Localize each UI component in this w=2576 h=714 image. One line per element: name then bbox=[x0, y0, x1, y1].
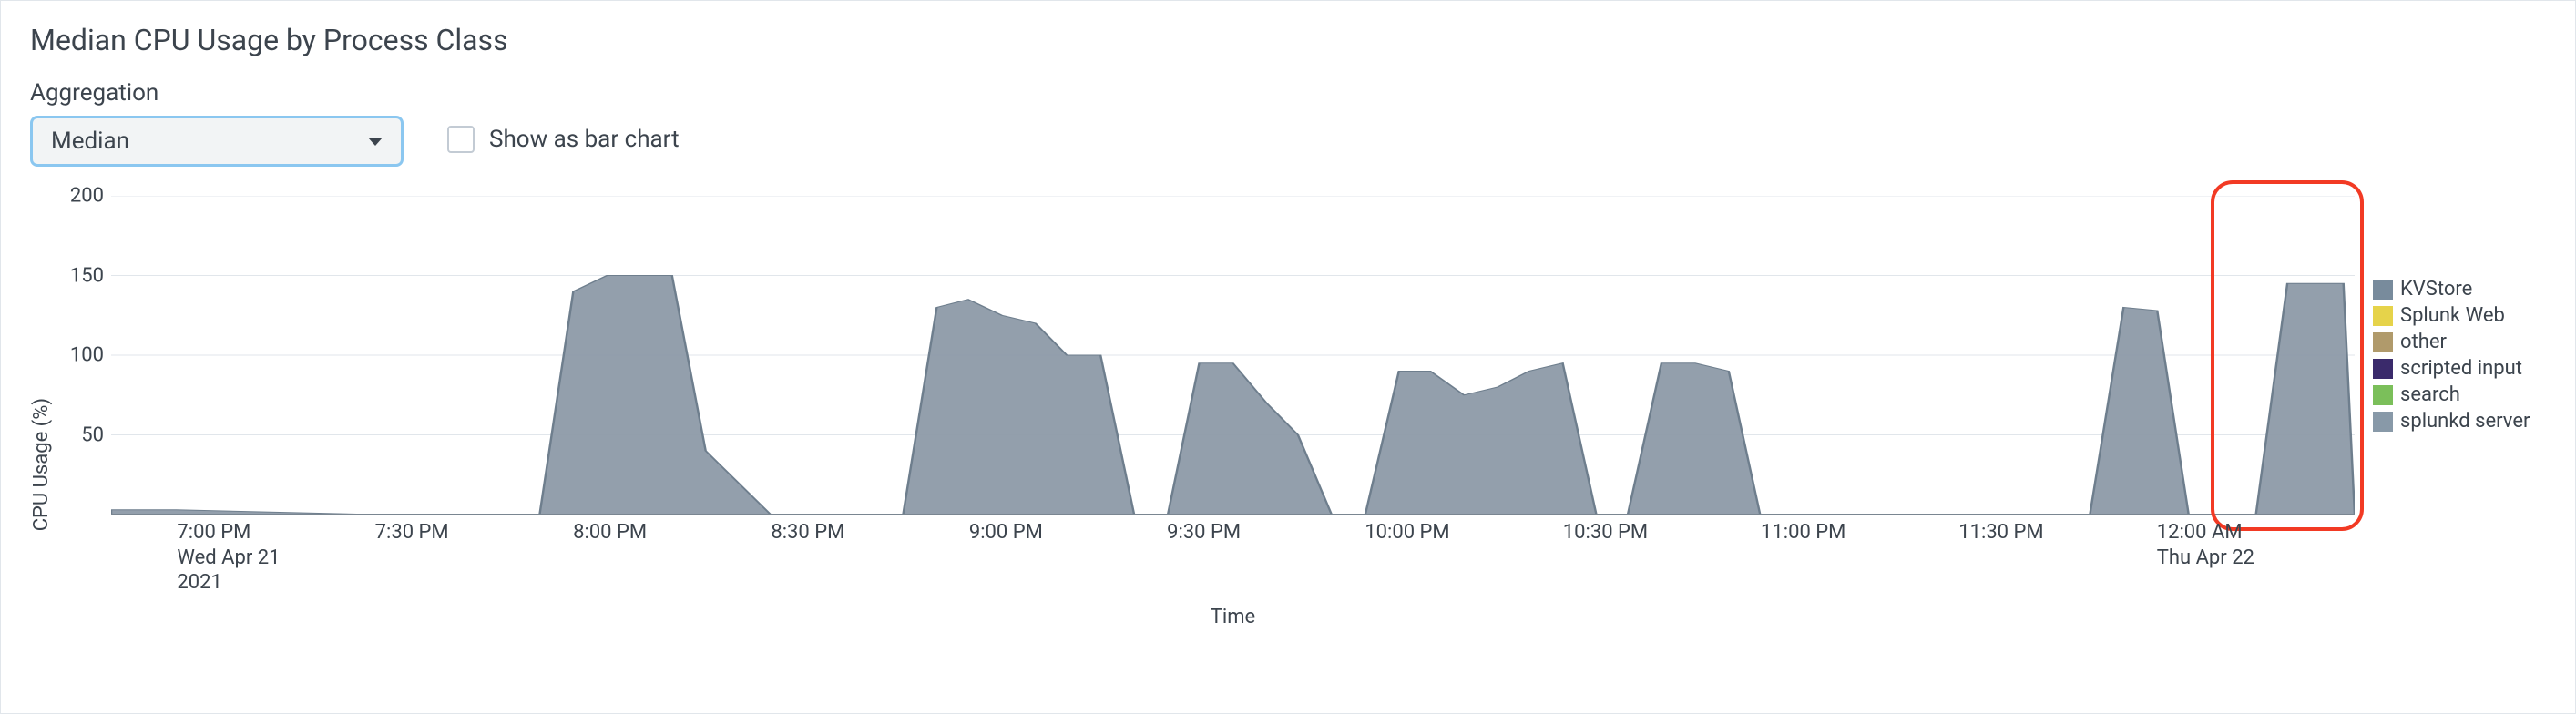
legend-swatch bbox=[2373, 359, 2393, 379]
x-tick-label: 8:30 PM bbox=[771, 520, 844, 546]
legend-item[interactable]: search bbox=[2373, 383, 2546, 406]
legend-item[interactable]: scripted input bbox=[2373, 357, 2546, 380]
legend-swatch bbox=[2373, 385, 2393, 405]
y-axis-ticks: 50100150200 bbox=[56, 196, 111, 515]
x-tick-label: 8:00 PM bbox=[573, 520, 647, 546]
show-bar-chart-option: Show as bar chart bbox=[447, 114, 680, 165]
legend-item[interactable]: splunkd server bbox=[2373, 410, 2546, 433]
aggregation-select[interactable]: Median bbox=[30, 116, 404, 167]
y-axis-title: CPU Usage (%) bbox=[30, 298, 53, 531]
area-chart-svg bbox=[111, 196, 2355, 515]
y-tick-label: 100 bbox=[70, 344, 104, 367]
chart-area: CPU Usage (%) 50100150200 KVStoreSplunk … bbox=[30, 196, 2546, 633]
legend-swatch bbox=[2373, 412, 2393, 432]
legend-label: KVStore bbox=[2400, 278, 2472, 301]
x-tick-label: 10:00 PM bbox=[1365, 520, 1449, 546]
controls-row: Aggregation Median Show as bar chart bbox=[30, 79, 2546, 167]
legend-swatch bbox=[2373, 332, 2393, 352]
chart-legend: KVStore Splunk Web other scripted input sear… bbox=[2355, 196, 2546, 515]
plot-region[interactable] bbox=[111, 196, 2355, 515]
aggregation-selected-value: Median bbox=[51, 128, 129, 155]
x-tick-label: 9:00 PM bbox=[969, 520, 1043, 546]
y-tick-label: 150 bbox=[70, 264, 104, 287]
legend-label: search bbox=[2400, 383, 2460, 406]
x-axis-title: Time bbox=[111, 606, 2355, 628]
show-bar-chart-checkbox[interactable] bbox=[447, 126, 475, 153]
x-tick-label: 12:00 AMThu Apr 22 bbox=[2157, 520, 2254, 570]
x-tick-label: 11:30 PM bbox=[1958, 520, 2043, 546]
legend-item[interactable]: other bbox=[2373, 331, 2546, 353]
x-tick-label: 7:00 PMWed Apr 212021 bbox=[177, 520, 280, 596]
legend-label: Splunk Web bbox=[2400, 304, 2505, 327]
show-bar-chart-label: Show as bar chart bbox=[489, 126, 680, 153]
panel-title: Median CPU Usage by Process Class bbox=[30, 23, 2546, 57]
legend-label: other bbox=[2400, 331, 2447, 353]
chevron-down-icon bbox=[368, 138, 383, 146]
x-tick-label: 9:30 PM bbox=[1167, 520, 1241, 546]
x-axis-ticks: 7:00 PMWed Apr 212021 7:30 PM 8:00 PM 8:30 … bbox=[111, 520, 2355, 602]
x-tick-label: 10:30 PM bbox=[1563, 520, 1648, 546]
y-tick-label: 50 bbox=[81, 423, 104, 446]
aggregation-field: Aggregation Median bbox=[30, 79, 404, 167]
aggregation-label: Aggregation bbox=[30, 79, 404, 107]
area-series-splunkd-server bbox=[111, 276, 2355, 515]
x-tick-label: 7:30 PM bbox=[375, 520, 449, 546]
y-tick-label: 200 bbox=[70, 185, 104, 208]
x-tick-label: 11:00 PM bbox=[1761, 520, 1845, 546]
legend-label: splunkd server bbox=[2400, 410, 2530, 433]
legend-label: scripted input bbox=[2400, 357, 2522, 380]
legend-item[interactable]: KVStore bbox=[2373, 278, 2546, 301]
legend-swatch bbox=[2373, 306, 2393, 326]
legend-swatch bbox=[2373, 280, 2393, 300]
legend-item[interactable]: Splunk Web bbox=[2373, 304, 2546, 327]
